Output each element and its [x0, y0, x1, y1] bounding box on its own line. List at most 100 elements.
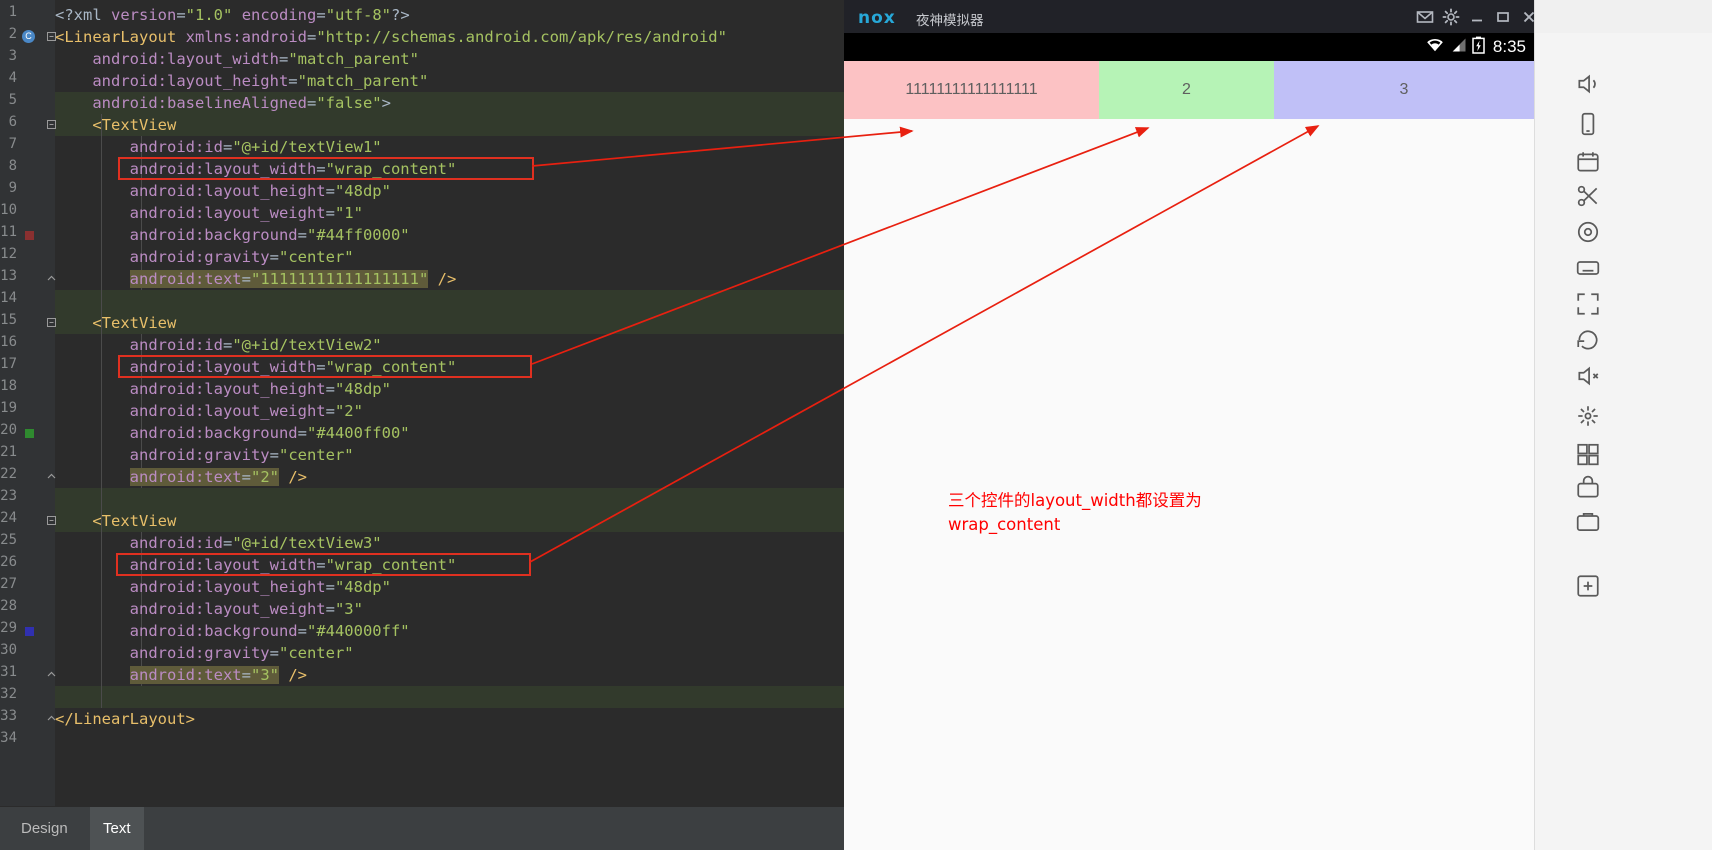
- code-token: =: [222, 534, 233, 552]
- code-token: android:gravity: [129, 644, 270, 662]
- line-number: 19: [0, 400, 17, 416]
- code-line[interactable]: <?xml version="1.0" encoding="utf-8"?>: [55, 4, 410, 26]
- code-line[interactable]: <TextView: [55, 312, 176, 334]
- code-line[interactable]: android:baselineAligned="false">: [55, 92, 391, 114]
- code-token: />: [437, 270, 457, 288]
- code-token: "@+id/textView2": [232, 336, 382, 354]
- code-line[interactable]: android:layout_weight="1": [55, 202, 363, 224]
- tab-text[interactable]: Text: [90, 807, 144, 850]
- line-number: 25: [0, 532, 17, 548]
- color-swatch-gutter-icon[interactable]: [25, 627, 34, 636]
- code-token: "2": [334, 402, 363, 420]
- code-line[interactable]: android:layout_weight="2": [55, 400, 363, 422]
- maximize-icon[interactable]: [1494, 8, 1512, 26]
- code-line[interactable]: android:background="#4400ff00": [55, 422, 410, 444]
- code-token: <TextView: [92, 314, 177, 332]
- phone-icon[interactable]: [1575, 111, 1603, 139]
- code-token: "3": [250, 666, 279, 684]
- code-token: android:layout_width: [129, 358, 317, 376]
- code-token: android:layout_weight: [129, 600, 326, 618]
- code-fold-toggle[interactable]: [47, 120, 56, 129]
- mail-icon[interactable]: [1416, 8, 1434, 26]
- apk-install-icon[interactable]: [1575, 475, 1603, 503]
- code-token: "#440000ff": [306, 622, 410, 640]
- code-line[interactable]: android:layout_width="match_parent": [55, 48, 419, 70]
- editor-tab-bar[interactable]: Design Text: [0, 806, 844, 850]
- code-token: >: [381, 94, 391, 112]
- code-token: version: [111, 6, 177, 24]
- code-line[interactable]: android:text="2" />: [55, 466, 307, 488]
- code-line[interactable]: android:layout_width="wrap_content": [55, 554, 457, 576]
- keyboard-icon[interactable]: [1575, 255, 1603, 283]
- location-icon[interactable]: [1575, 219, 1603, 247]
- code-token: =: [325, 402, 335, 420]
- volume-up-icon[interactable]: [1575, 71, 1603, 99]
- code-token: "48dp": [334, 578, 391, 596]
- code-line[interactable]: android:id="@+id/textView3": [55, 532, 382, 554]
- folder-icon[interactable]: [1575, 149, 1603, 177]
- code-line[interactable]: android:layout_width="wrap_content": [55, 356, 457, 378]
- fullscreen-icon[interactable]: [1575, 291, 1603, 319]
- code-line[interactable]: android:text="11111111111111111" />: [55, 268, 456, 290]
- color-swatch-gutter-icon[interactable]: [25, 231, 34, 240]
- scissors-icon[interactable]: [1575, 183, 1603, 211]
- code-token: =: [316, 160, 326, 178]
- code-token: =: [241, 270, 251, 288]
- code-line[interactable]: <TextView: [55, 510, 176, 532]
- code-token: =: [269, 248, 279, 266]
- code-line[interactable]: android:layout_weight="3": [55, 598, 363, 620]
- code-token: android:background: [129, 622, 298, 640]
- code-line[interactable]: <LinearLayout xmlns:android="http://sche…: [55, 26, 727, 48]
- code-text-area[interactable]: <?xml version="1.0" encoding="utf-8"?> <L…: [55, 0, 844, 806]
- nox-logo: nox: [858, 8, 896, 28]
- code-line[interactable]: </LinearLayout>: [55, 708, 195, 730]
- code-token: "http://schemas.android.com/apk/res/andr…: [316, 28, 727, 46]
- volume-down-icon[interactable]: [1575, 363, 1603, 391]
- code-token: ?>: [391, 6, 410, 24]
- code-line[interactable]: android:layout_height="48dp": [55, 378, 391, 400]
- code-line[interactable]: android:text="3" />: [55, 664, 307, 686]
- textview-1: 11111111111111111: [844, 61, 1099, 119]
- code-folding-rail[interactable]: [47, 0, 56, 806]
- rotate-icon[interactable]: [1575, 327, 1603, 355]
- tab-design[interactable]: Design: [8, 807, 81, 850]
- code-fold-toggle[interactable]: [47, 318, 56, 327]
- shake-icon[interactable]: [1575, 403, 1603, 431]
- code-fold-toggle[interactable]: [47, 274, 56, 283]
- code-token: =: [325, 182, 335, 200]
- code-fold-toggle[interactable]: [47, 670, 56, 679]
- code-token: android:background: [129, 424, 298, 442]
- code-fold-toggle[interactable]: [47, 516, 56, 525]
- code-line[interactable]: android:gravity="center": [55, 444, 354, 466]
- gear-icon[interactable]: [1442, 8, 1460, 26]
- code-line[interactable]: android:background="#44ff0000": [55, 224, 410, 246]
- more-icon[interactable]: [1575, 573, 1603, 601]
- code-line[interactable]: android:id="@+id/textView2": [55, 334, 382, 356]
- code-fold-toggle[interactable]: [47, 714, 56, 723]
- code-line[interactable]: <TextView: [55, 114, 176, 136]
- nox-side-toolbar[interactable]: [1534, 0, 1712, 850]
- code-line[interactable]: android:layout_width="wrap_content": [55, 158, 457, 180]
- multi-window-icon[interactable]: [1575, 441, 1603, 469]
- code-fold-toggle[interactable]: [47, 32, 56, 41]
- line-number: 11: [0, 224, 17, 240]
- color-swatch-gutter-icon[interactable]: [25, 429, 34, 438]
- line-number: 34: [0, 730, 17, 746]
- record-icon[interactable]: [1575, 509, 1603, 537]
- code-line[interactable]: android:layout_height="match_parent": [55, 70, 428, 92]
- minimize-icon[interactable]: [1468, 8, 1486, 26]
- code-line[interactable]: android:gravity="center": [55, 246, 354, 268]
- code-line[interactable]: android:layout_height="48dp": [55, 576, 391, 598]
- line-highlight: [55, 290, 844, 312]
- class-marker-icon[interactable]: C: [22, 30, 35, 43]
- code-line[interactable]: android:gravity="center": [55, 642, 354, 664]
- code-fold-toggle[interactable]: [47, 472, 56, 481]
- line-number: 7: [8, 136, 17, 152]
- code-line[interactable]: android:layout_height="48dp": [55, 180, 391, 202]
- code-line[interactable]: android:id="@+id/textView1": [55, 136, 382, 158]
- code-line[interactable]: android:background="#440000ff": [55, 620, 410, 642]
- code-token: =: [278, 50, 289, 68]
